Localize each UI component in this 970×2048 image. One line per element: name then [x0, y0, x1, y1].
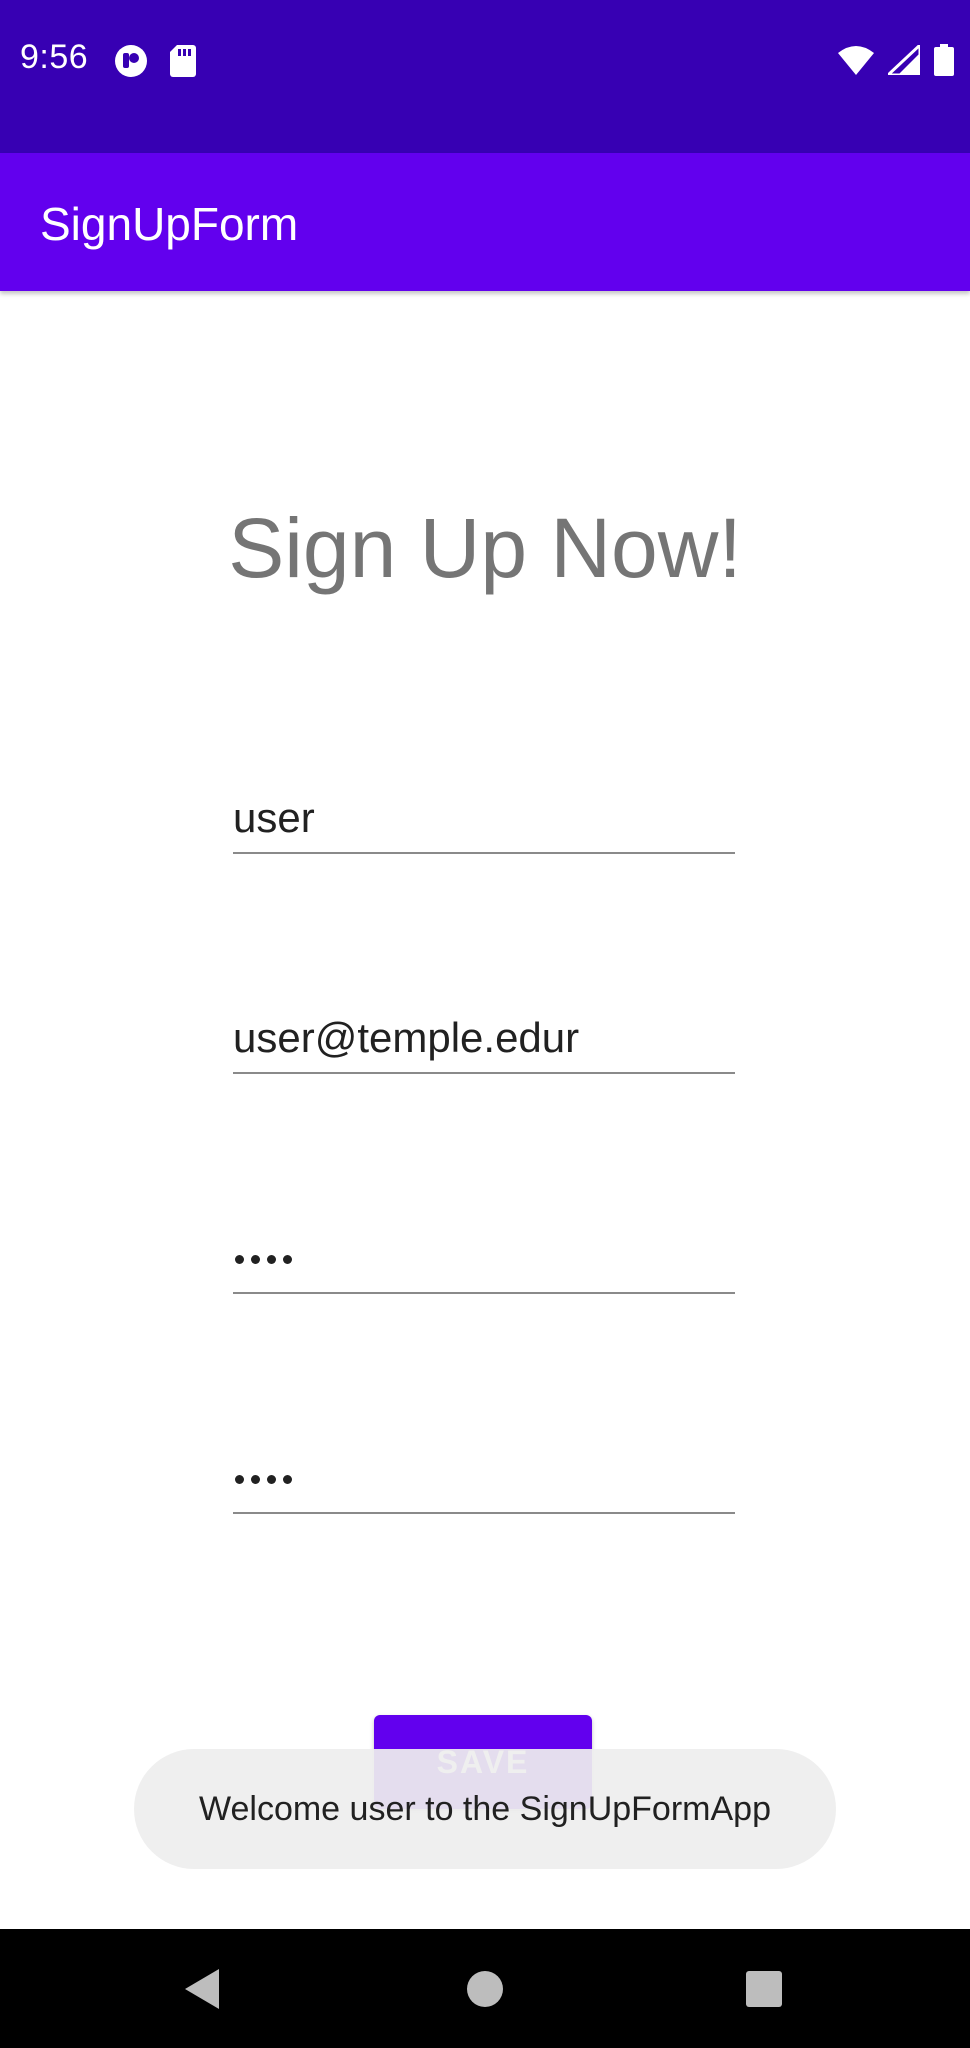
status-right-icons — [838, 41, 954, 81]
email-input-value: user@temple.edur — [233, 1014, 580, 1061]
screen: 9:56 SignUpForm Sign Up Now! user user@t… — [0, 0, 970, 2048]
password-mask — [235, 1255, 292, 1264]
home-icon[interactable] — [455, 1959, 515, 2019]
confirm-password-input[interactable] — [233, 1452, 735, 1514]
status-left-icons — [114, 44, 196, 83]
sd-card-icon — [170, 45, 196, 82]
page-heading: Sign Up Now! — [228, 501, 742, 595]
status-time: 9:56 — [20, 38, 89, 76]
navigation-bar — [0, 1929, 970, 2048]
back-icon[interactable] — [173, 1959, 233, 2019]
name-input[interactable]: user — [233, 792, 735, 854]
name-input-value: user — [233, 794, 315, 841]
cell-signal-icon — [884, 41, 922, 80]
recents-icon[interactable] — [734, 1959, 794, 2019]
battery-icon — [934, 44, 954, 81]
wifi-icon — [838, 45, 874, 80]
password-input[interactable] — [233, 1232, 735, 1294]
notification-app-icon — [114, 44, 148, 83]
status-bar: 9:56 — [0, 0, 970, 153]
confirm-password-mask — [235, 1475, 292, 1484]
app-bar: SignUpForm — [0, 153, 970, 291]
app-title: SignUpForm — [40, 198, 299, 250]
email-input[interactable]: user@temple.edur — [233, 1012, 735, 1074]
toast-message: Welcome user to the SignUpFormApp — [134, 1749, 836, 1869]
